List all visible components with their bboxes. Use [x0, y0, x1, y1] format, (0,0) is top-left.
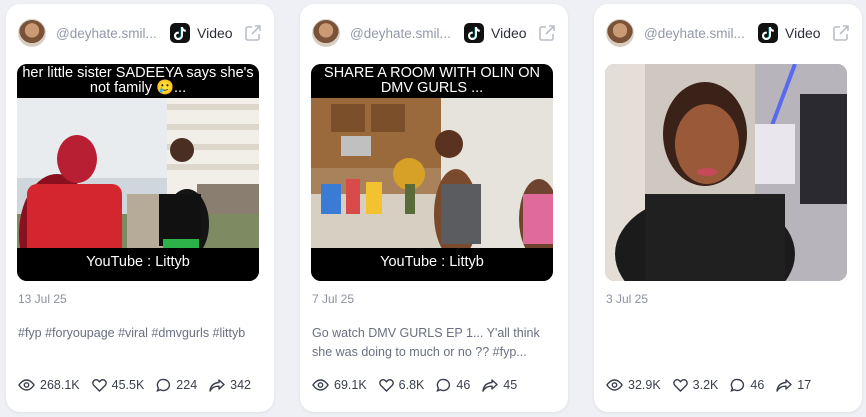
eye-icon	[18, 379, 35, 391]
comments-stat: 46	[436, 378, 470, 392]
views-stat: 268.1K	[18, 378, 80, 392]
views-stat: 69.1K	[312, 378, 367, 392]
tiktok-icon	[464, 23, 484, 43]
comments-count: 224	[176, 378, 198, 392]
tiktok-icon	[170, 23, 190, 43]
likes-stat: 45.5K	[91, 378, 145, 392]
eye-icon	[312, 379, 329, 391]
video-thumbnail[interactable]	[605, 64, 847, 281]
card-header: @deyhate.smil... Video	[606, 18, 850, 48]
likes-count: 45.5K	[111, 378, 145, 392]
views-count: 69.1K	[334, 378, 367, 392]
comments-stat: 46	[730, 378, 764, 392]
post-card[interactable]: @deyhate.smil... Video 3 Jul 25 32.9K 3.…	[594, 4, 862, 412]
avatar[interactable]	[606, 19, 634, 47]
tiktok-icon	[758, 23, 778, 43]
external-link-icon[interactable]	[832, 24, 850, 42]
likes-count: 6.8K	[398, 378, 425, 392]
heart-icon	[672, 378, 688, 392]
comment-icon	[730, 378, 745, 392]
media-type-label: Video	[785, 25, 821, 41]
caption-overlay-bottom: YouTube : Littyb	[17, 248, 259, 281]
comments-stat: 224	[156, 378, 197, 392]
thumbnail-image	[605, 64, 847, 281]
comments-count: 46	[750, 378, 765, 392]
views-count: 32.9K	[628, 378, 661, 392]
author-handle[interactable]: @deyhate.smil...	[56, 26, 162, 41]
stats-row: 268.1K 45.5K 224 342	[18, 378, 264, 392]
post-description: Go watch DMV GURLS EP 1... Y'all think s…	[312, 326, 540, 359]
shares-stat: 17	[776, 378, 811, 392]
share-icon	[776, 378, 792, 392]
avatar[interactable]	[312, 19, 340, 47]
comment-icon	[436, 378, 451, 392]
likes-count: 3.2K	[692, 378, 719, 392]
video-thumbnail[interactable]: her little sister SADEEYA says she's not…	[17, 64, 259, 281]
external-link-icon[interactable]	[244, 24, 262, 42]
post-card[interactable]: @deyhate.smil... Video her little sister…	[6, 4, 274, 412]
shares-stat: 45	[482, 378, 517, 392]
author-handle[interactable]: @deyhate.smil...	[350, 26, 456, 41]
card-header: @deyhate.smil... Video	[312, 18, 556, 48]
stats-row: 32.9K 3.2K 46 17	[606, 378, 852, 392]
media-type-label: Video	[197, 25, 233, 41]
views-count: 268.1K	[40, 378, 80, 392]
media-type-label: Video	[491, 25, 527, 41]
shares-count: 17	[797, 378, 812, 392]
likes-stat: 6.8K	[378, 378, 425, 392]
video-thumbnail[interactable]: SHARE A ROOM WITH OLIN ON DMV GURLS ... …	[311, 64, 553, 281]
heart-icon	[91, 378, 107, 392]
post-date: 3 Jul 25	[606, 292, 649, 306]
author-handle[interactable]: @deyhate.smil...	[644, 26, 750, 41]
share-icon	[482, 378, 498, 392]
external-link-icon[interactable]	[538, 24, 556, 42]
comment-icon	[156, 378, 171, 392]
post-date: 7 Jul 25	[312, 292, 355, 306]
post-date: 13 Jul 25	[18, 292, 67, 306]
shares-count: 342	[230, 378, 252, 392]
caption-overlay-top: SHARE A ROOM WITH OLIN ON DMV GURLS ...	[311, 64, 553, 98]
post-description: #fyp #foryoupage #viral #dmvgurls #litty…	[18, 326, 246, 340]
share-icon	[209, 378, 225, 392]
avatar[interactable]	[18, 19, 46, 47]
card-header: @deyhate.smil... Video	[18, 18, 262, 48]
eye-icon	[606, 379, 623, 391]
likes-stat: 3.2K	[672, 378, 719, 392]
views-stat: 32.9K	[606, 378, 661, 392]
post-card[interactable]: @deyhate.smil... Video SHARE A ROOM WITH…	[300, 4, 568, 412]
heart-icon	[378, 378, 394, 392]
shares-stat: 342	[209, 378, 251, 392]
caption-overlay-top: her little sister SADEEYA says she's not…	[17, 64, 259, 98]
comments-count: 46	[456, 378, 471, 392]
caption-overlay-bottom: YouTube : Littyb	[311, 248, 553, 281]
shares-count: 45	[503, 378, 518, 392]
stats-row: 69.1K 6.8K 46 45	[312, 378, 558, 392]
